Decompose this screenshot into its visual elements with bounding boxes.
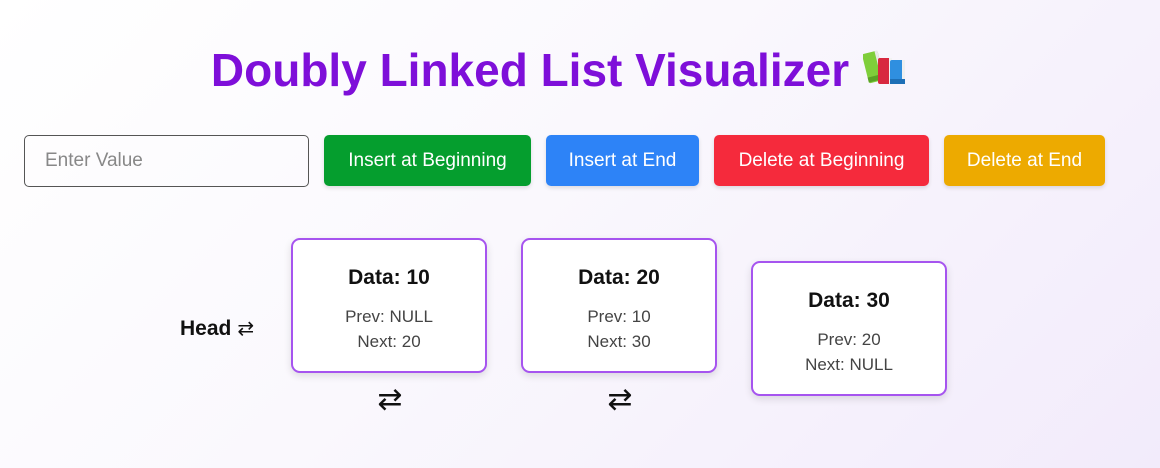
delete-at-beginning-button[interactable]: Delete at Beginning xyxy=(714,135,929,186)
value-input[interactable] xyxy=(24,135,309,187)
list-node: Data: 30 Prev: 20 Next: NULL xyxy=(751,261,947,396)
node-prev: Prev: NULL xyxy=(345,307,433,326)
node-next: Next: 30 xyxy=(587,332,651,351)
node-data: Data: 10 xyxy=(348,266,430,289)
node-data: Data: 20 xyxy=(578,266,660,289)
double-arrow-icon: ⇄ xyxy=(607,383,633,416)
page-title-text: Doubly Linked List Visualizer xyxy=(210,44,850,96)
list-node: Data: 10 Prev: NULL Next: 20 xyxy=(291,238,487,373)
books-icon xyxy=(862,40,909,100)
head-link-arrow-icon: ⇄ xyxy=(237,318,255,340)
node-next: Next: 20 xyxy=(357,332,421,351)
node-prev: Prev: 20 xyxy=(817,330,881,349)
insert-at-end-button[interactable]: Insert at End xyxy=(546,135,699,186)
list-node: Data: 20 Prev: 10 Next: 30 xyxy=(521,238,717,373)
delete-at-end-button[interactable]: Delete at End xyxy=(944,135,1105,186)
head-label-text: Head xyxy=(180,317,232,340)
node-data: Data: 30 xyxy=(808,289,890,312)
head-label: Head ⇄ xyxy=(180,316,254,342)
double-arrow-icon: ⇄ xyxy=(377,383,403,416)
node-prev: Prev: 10 xyxy=(587,307,651,326)
node-next: Next: NULL xyxy=(805,355,893,374)
page-title: Doubly Linked List Visualizer xyxy=(0,40,1120,104)
insert-at-beginning-button[interactable]: Insert at Beginning xyxy=(324,135,531,186)
